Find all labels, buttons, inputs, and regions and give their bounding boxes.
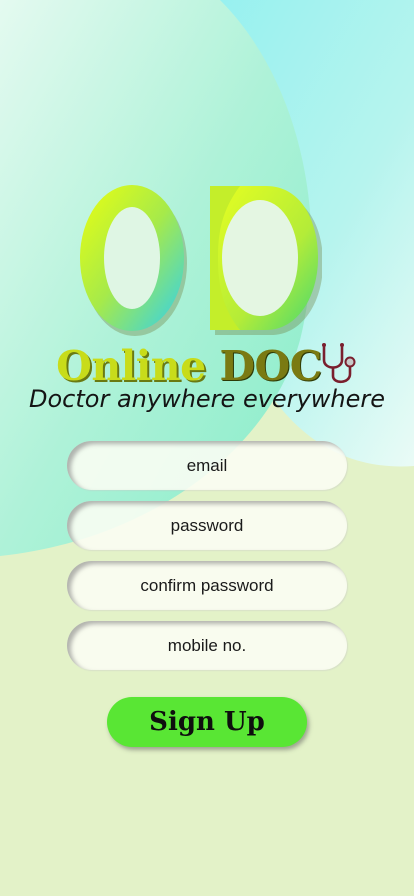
tagline: Doctor anywhere everywhere [29,385,385,413]
stethoscope-icon [321,343,356,384]
password-field[interactable]: password [67,501,347,550]
od-logo-icon [80,185,322,336]
mobile-number-field[interactable]: mobile no. [67,621,347,670]
email-field[interactable]: email [67,441,347,490]
confirm-password-field[interactable]: confirm password [67,561,347,610]
signup-button[interactable]: Sign Up [107,697,307,747]
